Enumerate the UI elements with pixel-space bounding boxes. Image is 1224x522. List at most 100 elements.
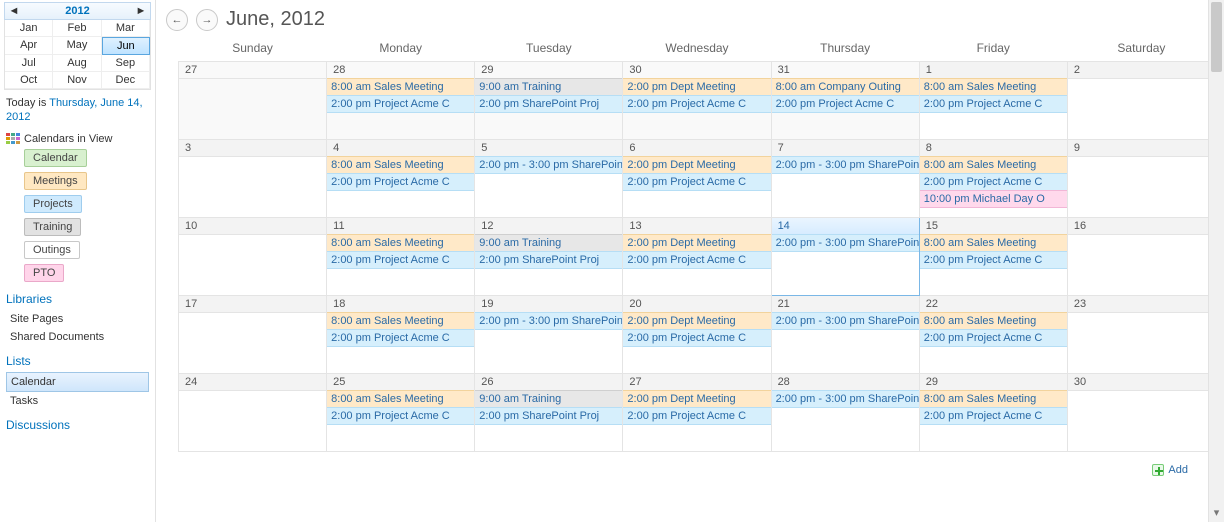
calendar-day-cell[interactable]: 118:00 am Sales Meeting2:00 pm Project A… bbox=[327, 218, 475, 296]
mini-month-jan[interactable]: Jan bbox=[5, 20, 53, 37]
calendar-event[interactable]: 2:00 pm Project Acme C bbox=[327, 329, 474, 347]
nav-item-shared-documents[interactable]: Shared Documents bbox=[6, 328, 149, 346]
overlay-chip-pto[interactable]: PTO bbox=[24, 264, 64, 282]
calendar-day-cell[interactable]: 228:00 am Sales Meeting2:00 pm Project A… bbox=[919, 296, 1067, 374]
overlay-chip-calendar[interactable]: Calendar bbox=[24, 149, 87, 167]
calendar-event[interactable]: 8:00 am Sales Meeting bbox=[327, 390, 474, 408]
calendar-day-cell[interactable]: 282:00 pm - 3:00 pm SharePoint Project R… bbox=[771, 374, 919, 452]
calendar-event[interactable]: 2:00 pm Project Acme C bbox=[327, 407, 474, 425]
calendar-event[interactable]: 2:00 pm - 3:00 pm SharePoint Project Rev… bbox=[475, 156, 622, 174]
calendar-event[interactable]: 2:00 pm - 3:00 pm SharePoint Project Rev… bbox=[772, 390, 919, 408]
mini-month-feb[interactable]: Feb bbox=[53, 20, 101, 37]
calendar-day-cell[interactable]: 52:00 pm - 3:00 pm SharePoint Project Re… bbox=[475, 140, 623, 218]
calendar-day-cell[interactable]: 192:00 pm - 3:00 pm SharePoint Project R… bbox=[475, 296, 623, 374]
calendar-event[interactable]: 2:00 pm Dept Meeting bbox=[623, 78, 770, 96]
calendar-day-cell[interactable]: 298:00 am Sales Meeting2:00 pm Project A… bbox=[919, 374, 1067, 452]
mini-month-oct[interactable]: Oct bbox=[5, 72, 53, 89]
calendar-event[interactable]: 8:00 am Company Outing bbox=[772, 78, 919, 96]
calendar-event[interactable]: 2:00 pm Project Acme C bbox=[623, 407, 770, 425]
calendar-day-cell[interactable]: 10 bbox=[179, 218, 327, 296]
calendar-day-cell[interactable]: 142:00 pm - 3:00 pm SharePoint Project R… bbox=[771, 218, 919, 296]
calendar-event[interactable]: 2:00 pm Project Acme C bbox=[920, 329, 1067, 347]
calendar-day-cell[interactable]: 318:00 am Company Outing2:00 pm Project … bbox=[771, 62, 919, 140]
calendar-day-cell[interactable]: 158:00 am Sales Meeting2:00 pm Project A… bbox=[919, 218, 1067, 296]
next-year-icon[interactable]: ► bbox=[134, 5, 148, 17]
calendar-day-cell[interactable]: 302:00 pm Dept Meeting2:00 pm Project Ac… bbox=[623, 62, 771, 140]
scrollbar-thumb[interactable] bbox=[1211, 2, 1222, 72]
calendar-event[interactable]: 2:00 pm Project Acme C bbox=[623, 329, 770, 347]
mini-month-sep[interactable]: Sep bbox=[102, 55, 150, 72]
calendar-day-cell[interactable]: 299:00 am Training2:00 pm SharePoint Pro… bbox=[475, 62, 623, 140]
calendar-event[interactable]: 9:00 am Training bbox=[475, 78, 622, 96]
calendar-event[interactable]: 8:00 am Sales Meeting bbox=[920, 390, 1067, 408]
calendar-day-cell[interactable]: 132:00 pm Dept Meeting2:00 pm Project Ac… bbox=[623, 218, 771, 296]
calendar-event[interactable]: 8:00 am Sales Meeting bbox=[920, 312, 1067, 330]
calendar-event[interactable]: 2:00 pm Project Acme C bbox=[327, 251, 474, 269]
calendar-event[interactable]: 2:00 pm Project Acme C bbox=[623, 95, 770, 113]
overlay-chip-training[interactable]: Training bbox=[24, 218, 81, 236]
mini-month-apr[interactable]: Apr bbox=[5, 37, 53, 55]
calendar-day-cell[interactable]: 27 bbox=[179, 62, 327, 140]
mini-month-may[interactable]: May bbox=[53, 37, 101, 55]
calendar-day-cell[interactable]: 272:00 pm Dept Meeting2:00 pm Project Ac… bbox=[623, 374, 771, 452]
calendar-event[interactable]: 2:00 pm Dept Meeting bbox=[623, 234, 770, 252]
calendar-day-cell[interactable]: 72:00 pm - 3:00 pm SharePoint Project Re… bbox=[771, 140, 919, 218]
mini-month-mar[interactable]: Mar bbox=[102, 20, 150, 37]
calendar-event[interactable]: 8:00 am Sales Meeting bbox=[327, 78, 474, 96]
calendar-day-cell[interactable]: 269:00 am Training2:00 pm SharePoint Pro… bbox=[475, 374, 623, 452]
calendar-day-cell[interactable]: 188:00 am Sales Meeting2:00 pm Project A… bbox=[327, 296, 475, 374]
calendar-event[interactable]: 8:00 am Sales Meeting bbox=[920, 156, 1067, 174]
mini-month-jul[interactable]: Jul bbox=[5, 55, 53, 72]
calendar-day-cell[interactable]: 3 bbox=[179, 140, 327, 218]
calendar-day-cell[interactable]: 202:00 pm Dept Meeting2:00 pm Project Ac… bbox=[623, 296, 771, 374]
calendar-event[interactable]: 9:00 am Training bbox=[475, 234, 622, 252]
calendar-day-cell[interactable]: 129:00 am Training2:00 pm SharePoint Pro… bbox=[475, 218, 623, 296]
calendar-event[interactable]: 2:00 pm Dept Meeting bbox=[623, 312, 770, 330]
calendar-event[interactable]: 2:00 pm - 3:00 pm SharePoint Project Rev… bbox=[772, 312, 919, 330]
mini-month-nov[interactable]: Nov bbox=[53, 72, 101, 89]
overlay-chip-meetings[interactable]: Meetings bbox=[24, 172, 87, 190]
mini-calendar-year[interactable]: 2012 bbox=[65, 5, 89, 17]
mini-month-aug[interactable]: Aug bbox=[53, 55, 101, 72]
mini-month-jun[interactable]: Jun bbox=[102, 37, 150, 55]
prev-year-icon[interactable]: ◄ bbox=[7, 5, 21, 17]
prev-month-button[interactable]: ← bbox=[166, 9, 188, 31]
overlay-chip-outings[interactable]: Outings bbox=[24, 241, 80, 259]
next-month-button[interactable]: → bbox=[196, 9, 218, 31]
calendar-event[interactable]: 2:00 pm Project Acme C bbox=[772, 95, 919, 113]
calendar-event[interactable]: 8:00 am Sales Meeting bbox=[327, 312, 474, 330]
calendar-day-cell[interactable]: 16 bbox=[1067, 218, 1215, 296]
vertical-scrollbar[interactable]: ▴ ▾ bbox=[1208, 0, 1224, 522]
calendar-event[interactable]: 2:00 pm Project Acme C bbox=[920, 95, 1067, 113]
calendar-day-cell[interactable]: 18:00 am Sales Meeting2:00 pm Project Ac… bbox=[919, 62, 1067, 140]
calendar-day-cell[interactable]: 88:00 am Sales Meeting2:00 pm Project Ac… bbox=[919, 140, 1067, 218]
calendar-event[interactable]: 2:00 pm Project Acme C bbox=[327, 95, 474, 113]
calendar-event[interactable]: 8:00 am Sales Meeting bbox=[920, 78, 1067, 96]
calendar-day-cell[interactable]: 9 bbox=[1067, 140, 1215, 218]
calendar-day-cell[interactable]: 24 bbox=[179, 374, 327, 452]
calendar-day-cell[interactable]: 2 bbox=[1067, 62, 1215, 140]
overlay-chip-projects[interactable]: Projects bbox=[24, 195, 82, 213]
nav-item-tasks[interactable]: Tasks bbox=[6, 392, 149, 410]
calendar-event[interactable]: 2:00 pm Project Acme C bbox=[623, 173, 770, 191]
nav-heading-libraries[interactable]: Libraries bbox=[6, 292, 149, 306]
calendar-day-cell[interactable]: 17 bbox=[179, 296, 327, 374]
calendar-day-cell[interactable]: 30 bbox=[1067, 374, 1215, 452]
calendar-day-cell[interactable]: 258:00 am Sales Meeting2:00 pm Project A… bbox=[327, 374, 475, 452]
calendar-event[interactable]: 9:00 am Training bbox=[475, 390, 622, 408]
calendar-day-cell[interactable]: 48:00 am Sales Meeting2:00 pm Project Ac… bbox=[327, 140, 475, 218]
calendar-day-cell[interactable]: 288:00 am Sales Meeting2:00 pm Project A… bbox=[327, 62, 475, 140]
calendar-day-cell[interactable]: 62:00 pm Dept Meeting2:00 pm Project Acm… bbox=[623, 140, 771, 218]
calendar-event[interactable]: 2:00 pm Project Acme C bbox=[920, 251, 1067, 269]
nav-heading-lists[interactable]: Lists bbox=[6, 354, 149, 368]
nav-item-site-pages[interactable]: Site Pages bbox=[6, 310, 149, 328]
calendar-event[interactable]: 2:00 pm Dept Meeting bbox=[623, 156, 770, 174]
calendar-day-cell[interactable]: 212:00 pm - 3:00 pm SharePoint Project R… bbox=[771, 296, 919, 374]
calendar-event[interactable]: 2:00 pm Project Acme C bbox=[920, 407, 1067, 425]
calendar-event[interactable]: 8:00 am Sales Meeting bbox=[327, 234, 474, 252]
nav-item-calendar[interactable]: Calendar bbox=[6, 372, 149, 392]
calendar-day-cell[interactable]: 23 bbox=[1067, 296, 1215, 374]
calendar-event[interactable]: 2:00 pm SharePoint Proj bbox=[475, 407, 622, 425]
calendar-event[interactable]: 2:00 pm Project Acme C bbox=[327, 173, 474, 191]
mini-month-dec[interactable]: Dec bbox=[102, 72, 150, 89]
